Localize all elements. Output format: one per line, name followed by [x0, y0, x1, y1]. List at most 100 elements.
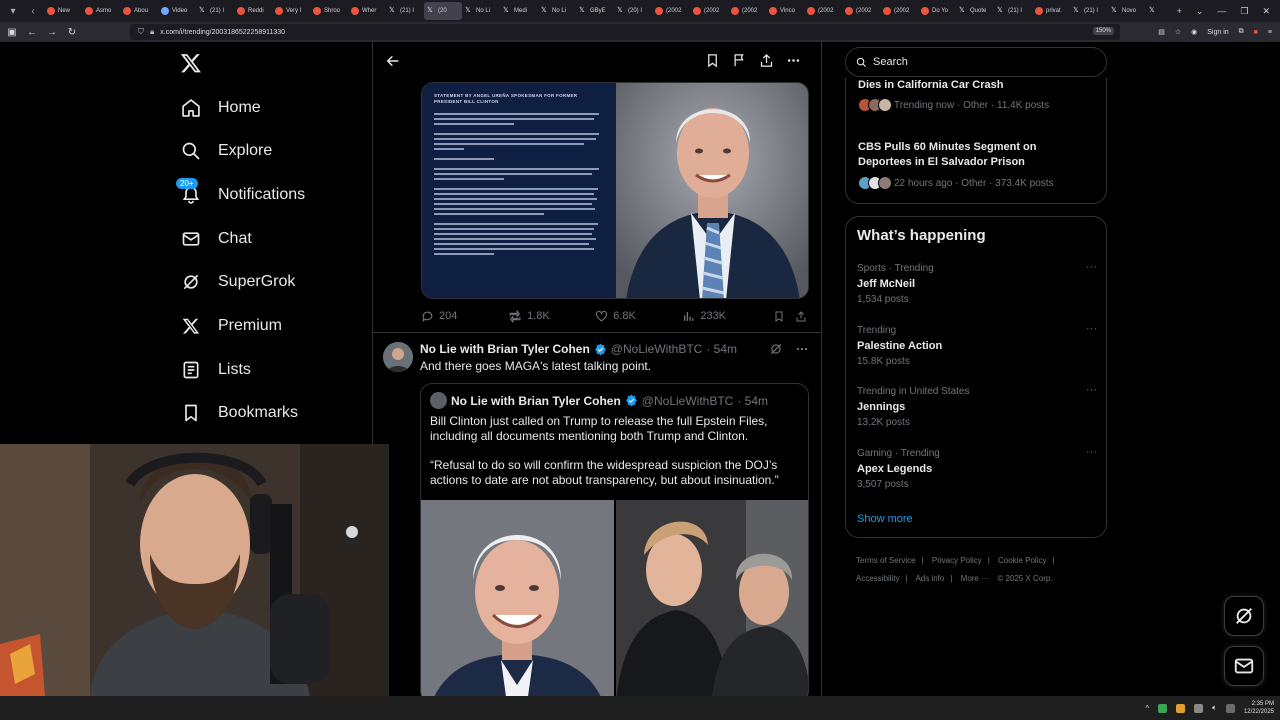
clinton-portrait-image[interactable]: [616, 83, 808, 298]
maximize-button[interactable]: ❐: [1240, 6, 1248, 17]
browser-tab[interactable]: 𝕏 GByE: [576, 2, 614, 20]
bookmark-post-button[interactable]: [773, 310, 795, 323]
tray-app-icon[interactable]: [1158, 703, 1168, 713]
browser-tab[interactable]: Abou: [120, 2, 158, 20]
views-button[interactable]: 233K: [682, 310, 773, 323]
nav-explore[interactable]: Explore: [180, 136, 272, 166]
browser-tab[interactable]: (2002: [652, 2, 690, 20]
messages-fab-button[interactable]: [1224, 646, 1264, 686]
forward-button[interactable]: →: [44, 27, 60, 38]
sign-in-link[interactable]: Sign in: [1207, 29, 1228, 36]
more-options-icon[interactable]: ···: [1086, 446, 1097, 458]
post-media-grid[interactable]: STATEMENT BY ANGEL UREÑA SPOKESMAN FOR F…: [421, 82, 809, 299]
nav-premium[interactable]: Premium: [180, 311, 282, 341]
nav-supergrok[interactable]: SuperGrok: [180, 267, 295, 297]
bookmark-icon[interactable]: [705, 53, 720, 68]
lock-icon[interactable]: 🔒︎: [150, 27, 154, 37]
share-post-button[interactable]: [795, 310, 809, 323]
browser-tab[interactable]: 𝕏 (21) I: [386, 2, 424, 20]
zoom-level[interactable]: 150%: [1092, 27, 1114, 35]
share-icon[interactable]: [759, 53, 774, 68]
back-button[interactable]: ←: [24, 27, 40, 38]
x-logo-icon[interactable]: [180, 52, 202, 74]
quoted-post[interactable]: No Lie with Brian Tyler Cohen @NoLieWith…: [420, 383, 809, 696]
reader-view-icon[interactable]: ▤: [1158, 28, 1165, 36]
tab-scroll-left-icon[interactable]: ‹: [26, 4, 40, 18]
grok-icon[interactable]: [769, 342, 783, 356]
browser-tab[interactable]: 𝕏 No Li: [538, 2, 576, 20]
news-item-2-title[interactable]: CBS Pulls 60 Minutes Segment on Deportee…: [858, 140, 1058, 170]
statement-image[interactable]: STATEMENT BY ANGEL UREÑA SPOKESMAN FOR F…: [422, 83, 616, 298]
extension-red-icon[interactable]: ■: [1254, 29, 1258, 36]
nav-bookmarks[interactable]: Bookmarks: [180, 398, 298, 428]
nav-chat[interactable]: Chat: [180, 224, 252, 254]
browser-tab[interactable]: Asmo: [82, 2, 120, 20]
tray-app-icon[interactable]: [1176, 703, 1186, 713]
more-link[interactable]: More ···: [961, 574, 989, 583]
privacy-link[interactable]: Privacy Policy: [932, 556, 982, 565]
cookie-link[interactable]: Cookie Policy: [998, 556, 1046, 565]
browser-tab[interactable]: 𝕏 Medi: [500, 2, 538, 20]
browser-tab[interactable]: 𝕏 (20: [424, 2, 462, 20]
bookmark-star-icon[interactable]: ☆: [1175, 28, 1181, 36]
tab-list-icon[interactable]: ▾: [6, 4, 20, 18]
terms-link[interactable]: Terms of Service: [856, 556, 916, 565]
browser-tab[interactable]: Video: [158, 2, 196, 20]
more-options-icon[interactable]: ···: [1086, 261, 1097, 273]
search-input[interactable]: Search: [845, 47, 1107, 77]
nav-notifications[interactable]: 20+ Notifications: [176, 178, 305, 210]
author-handle[interactable]: @NoLieWithBTC: [611, 342, 703, 356]
network-icon[interactable]: [1225, 703, 1235, 713]
trend-item[interactable]: Sports · Trending Jeff McNeil 1,534 post…: [857, 261, 1097, 305]
trend-item[interactable]: Gaming · Trending Apex Legends 3,507 pos…: [857, 446, 1097, 490]
author-avatar[interactable]: [383, 342, 413, 372]
more-options-icon[interactable]: [795, 342, 809, 356]
browser-tab[interactable]: 𝕏 (20) I: [614, 2, 652, 20]
browser-tab[interactable]: 𝕏 Quote: [956, 2, 994, 20]
reload-button[interactable]: ↻: [64, 27, 80, 38]
post-time[interactable]: · 54m: [706, 342, 737, 356]
nav-home[interactable]: Home: [180, 93, 261, 123]
ads-info-link[interactable]: Ads info: [915, 574, 944, 583]
tab-overflow-icon[interactable]: ⌄: [1196, 6, 1204, 17]
account-icon[interactable]: ◉: [1191, 28, 1197, 36]
close-window-button[interactable]: ✕: [1262, 6, 1270, 17]
tray-app-icon[interactable]: [1194, 703, 1204, 713]
extensions-icon[interactable]: ⧉: [1239, 28, 1244, 36]
back-arrow-icon[interactable]: [385, 53, 401, 69]
sidebar-toggle-icon[interactable]: ▣: [4, 27, 20, 38]
trend-item[interactable]: Trending in United States Jennings 13.2K…: [857, 384, 1097, 428]
menu-icon[interactable]: ≡: [1268, 29, 1272, 36]
address-bar[interactable]: ⛉ 🔒︎ x.com/i/trending/200318652225891133…: [130, 24, 1120, 40]
tray-overflow-icon[interactable]: ^: [1145, 704, 1149, 713]
accessibility-link[interactable]: Accessibility: [856, 574, 900, 583]
browser-tab[interactable]: New: [44, 2, 82, 20]
browser-tab[interactable]: Vinco: [766, 2, 804, 20]
more-options-icon[interactable]: ···: [1086, 384, 1097, 396]
browser-tab[interactable]: (2002: [842, 2, 880, 20]
browser-tab[interactable]: Very I: [272, 2, 310, 20]
news-item-1-title[interactable]: Dies in California Car Crash: [858, 78, 1088, 93]
browser-tab[interactable]: 𝕏 (21) I: [1070, 2, 1108, 20]
browser-tab[interactable]: 𝕏 No Li: [462, 2, 500, 20]
new-tab-button[interactable]: +: [1177, 6, 1182, 16]
browser-tab[interactable]: 𝕏 (21) I: [196, 2, 234, 20]
more-options-icon[interactable]: [786, 53, 801, 68]
trump-epstein-photo[interactable]: [616, 500, 808, 696]
browser-tab[interactable]: 𝕏 Novo: [1108, 2, 1146, 20]
clinton-smiling-image[interactable]: [421, 500, 614, 696]
browser-tab[interactable]: (2002: [804, 2, 842, 20]
more-options-icon[interactable]: ···: [1086, 323, 1097, 335]
trend-item[interactable]: Trending Palestine Action 15.8K posts ··…: [857, 323, 1097, 367]
browser-tab[interactable]: Reddi: [234, 2, 272, 20]
author-name[interactable]: No Lie with Brian Tyler Cohen: [420, 342, 590, 356]
browser-tab[interactable]: (2002: [880, 2, 918, 20]
system-clock[interactable]: 2:35 PM 12/22/2025: [1244, 700, 1274, 716]
browser-tab[interactable]: (2002: [690, 2, 728, 20]
speaker-icon[interactable]: 🔈︎: [1212, 703, 1217, 713]
flag-icon[interactable]: [732, 53, 747, 68]
browser-tab[interactable]: (2002: [728, 2, 766, 20]
nav-lists[interactable]: Lists: [180, 355, 251, 385]
browser-tab[interactable]: 𝕏 (21) I: [994, 2, 1032, 20]
show-more-link[interactable]: Show more: [857, 513, 913, 525]
